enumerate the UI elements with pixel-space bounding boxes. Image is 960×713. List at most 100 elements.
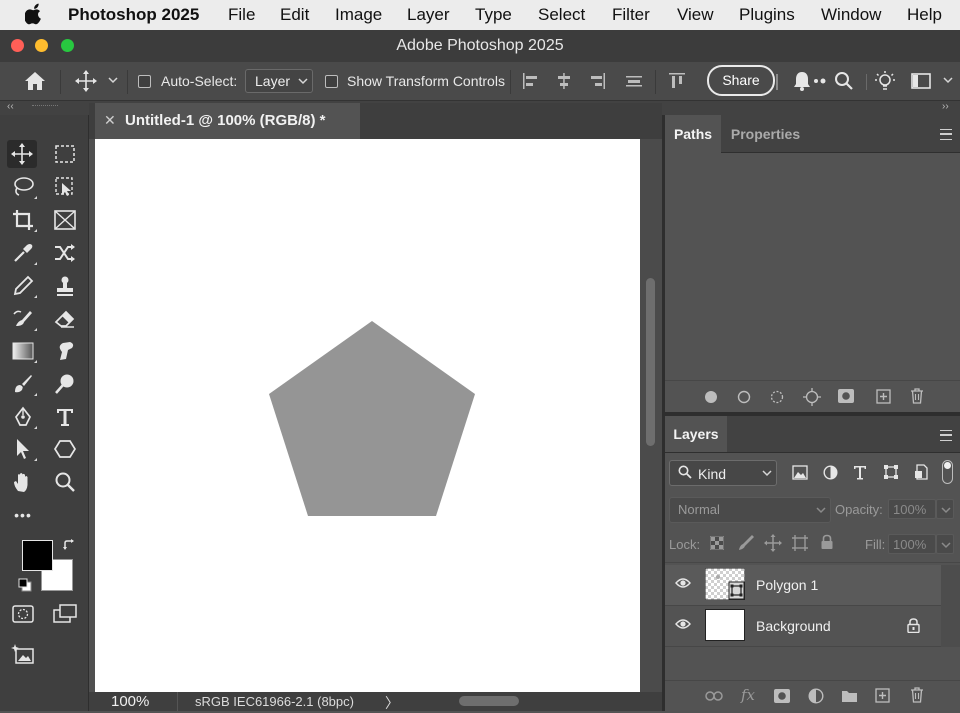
link-layers-icon[interactable]	[705, 690, 723, 702]
layers-scrollbar[interactable]	[941, 565, 960, 647]
layer-name[interactable]: Polygon 1	[756, 577, 818, 593]
menu-image[interactable]: Image	[335, 5, 382, 25]
lock-transparent-pixels-icon[interactable]	[710, 536, 724, 550]
new-path-icon[interactable]	[876, 389, 891, 404]
new-group-folder-icon[interactable]	[841, 689, 858, 703]
lock-all-icon[interactable]	[820, 534, 834, 550]
vertical-scrollbar-thumb[interactable]	[646, 278, 655, 446]
zoom-level[interactable]: 100%	[111, 693, 149, 710]
new-adjustment-layer-icon[interactable]	[808, 688, 824, 704]
fill-dropdown-button[interactable]	[936, 534, 954, 554]
tab-layers[interactable]: Layers	[665, 416, 727, 452]
collapse-right-icon[interactable]: ››	[942, 101, 949, 112]
opacity-field[interactable]: 100%	[888, 499, 936, 519]
lock-icon[interactable]	[907, 618, 920, 633]
clone-stamp-tool[interactable]	[50, 272, 80, 300]
history-brush-tool[interactable]	[8, 305, 38, 333]
trash-icon[interactable]	[910, 388, 924, 404]
blend-mode-dropdown[interactable]: Normal	[669, 497, 831, 523]
chevron-down-icon[interactable]	[943, 76, 953, 84]
menu-file[interactable]: File	[228, 5, 255, 25]
pencil-tool[interactable]	[8, 272, 38, 300]
content-aware-move-tool[interactable]	[50, 239, 80, 267]
color-profile-info[interactable]: sRGB IEC61966-2.1 (8bpc)	[195, 694, 354, 709]
zoom-tool[interactable]	[50, 468, 80, 496]
pentagon-shape[interactable]	[269, 321, 475, 516]
share-button[interactable]: Share	[707, 65, 775, 96]
dodge-tool[interactable]	[50, 370, 80, 398]
menu-window[interactable]: Window	[821, 5, 881, 25]
menu-app-name[interactable]: Photoshop 2025	[68, 5, 199, 25]
align-right-icon[interactable]	[588, 72, 606, 90]
panel-menu-icon[interactable]	[940, 430, 952, 441]
filter-pixel-layers-icon[interactable]	[792, 465, 808, 480]
quick-mask-button[interactable]	[8, 600, 38, 628]
align-horizontal-center-icon[interactable]	[555, 72, 573, 90]
make-work-path-icon[interactable]	[803, 388, 821, 406]
visibility-eye-icon[interactable]	[675, 577, 691, 589]
apple-icon[interactable]	[25, 3, 43, 25]
filter-shape-layers-icon[interactable]	[883, 464, 899, 480]
discover-lightbulb-icon[interactable]	[873, 69, 897, 93]
opacity-dropdown-button[interactable]	[936, 499, 954, 519]
fill-field[interactable]: 100%	[888, 534, 936, 554]
smudge-tool[interactable]	[50, 337, 80, 365]
polygon-tool[interactable]	[50, 435, 80, 463]
swap-colors-icon[interactable]	[62, 538, 76, 552]
brush-tool[interactable]	[8, 370, 38, 398]
search-icon[interactable]	[834, 71, 854, 91]
layer-row-background[interactable]: Background	[665, 606, 941, 647]
eyedropper-tool[interactable]	[8, 239, 38, 267]
tab-paths[interactable]: Paths	[665, 115, 721, 153]
distribute-icon[interactable]	[625, 72, 643, 90]
workspace-layout-icon[interactable]	[911, 73, 931, 89]
filter-smart-objects-icon[interactable]	[914, 464, 929, 480]
frame-tool[interactable]	[50, 206, 80, 234]
document-tab[interactable]: ✕ Untitled-1 @ 100% (RGB/8) *	[95, 103, 360, 139]
hand-tool[interactable]	[8, 468, 38, 496]
generative-fill-button[interactable]	[8, 640, 38, 668]
crop-tool[interactable]	[8, 206, 38, 234]
lock-artboard-icon[interactable]	[791, 534, 809, 552]
new-layer-icon[interactable]	[875, 688, 890, 703]
grip-handle[interactable]	[32, 105, 58, 108]
load-path-as-selection-icon[interactable]	[770, 390, 784, 404]
gradient-tool[interactable]	[8, 337, 38, 365]
show-transform-controls-checkbox[interactable]	[325, 75, 338, 88]
menu-type[interactable]: Type	[475, 5, 512, 25]
filter-type-layers-icon[interactable]	[853, 465, 867, 480]
marquee-tool[interactable]	[50, 140, 80, 168]
home-icon[interactable]	[24, 71, 46, 91]
foreground-color-swatch[interactable]	[22, 540, 53, 571]
lasso-tool[interactable]	[8, 173, 38, 201]
visibility-eye-icon[interactable]	[675, 618, 691, 630]
stroke-path-icon[interactable]	[737, 390, 751, 404]
layer-style-fx-icon[interactable]: fx	[741, 686, 755, 704]
collapse-left-icon[interactable]: ‹‹	[7, 101, 14, 112]
type-tool[interactable]	[50, 403, 80, 431]
menu-view[interactable]: View	[677, 5, 714, 25]
trash-icon[interactable]	[910, 687, 924, 703]
horizontal-scrollbar-thumb[interactable]	[459, 696, 519, 706]
default-colors-icon[interactable]	[18, 578, 32, 592]
auto-select-target-dropdown[interactable]: Layer	[245, 69, 313, 93]
chevron-down-icon[interactable]	[108, 76, 118, 84]
layer-row-polygon-1[interactable]: Polygon 1	[665, 565, 941, 606]
filter-kind-dropdown[interactable]: Kind	[669, 460, 777, 486]
eraser-tool[interactable]	[50, 305, 80, 333]
filter-toggle-switch[interactable]	[942, 460, 953, 484]
panel-menu-icon[interactable]	[940, 129, 952, 140]
more-options-icon[interactable]	[813, 78, 829, 84]
path-selection-tool[interactable]	[8, 435, 38, 463]
lock-image-pixels-icon[interactable]	[737, 534, 755, 552]
menu-select[interactable]: Select	[538, 5, 585, 25]
menu-plugins[interactable]: Plugins	[739, 5, 795, 25]
align-left-icon[interactable]	[522, 72, 540, 90]
align-top-icon[interactable]	[668, 72, 686, 90]
menu-filter[interactable]: Filter	[612, 5, 650, 25]
screen-mode-button[interactable]	[50, 600, 80, 628]
fill-path-icon[interactable]	[704, 390, 718, 404]
edit-toolbar-button[interactable]: •••	[8, 501, 38, 529]
add-mask-icon[interactable]	[838, 389, 854, 403]
add-layer-mask-icon[interactable]	[774, 689, 790, 703]
